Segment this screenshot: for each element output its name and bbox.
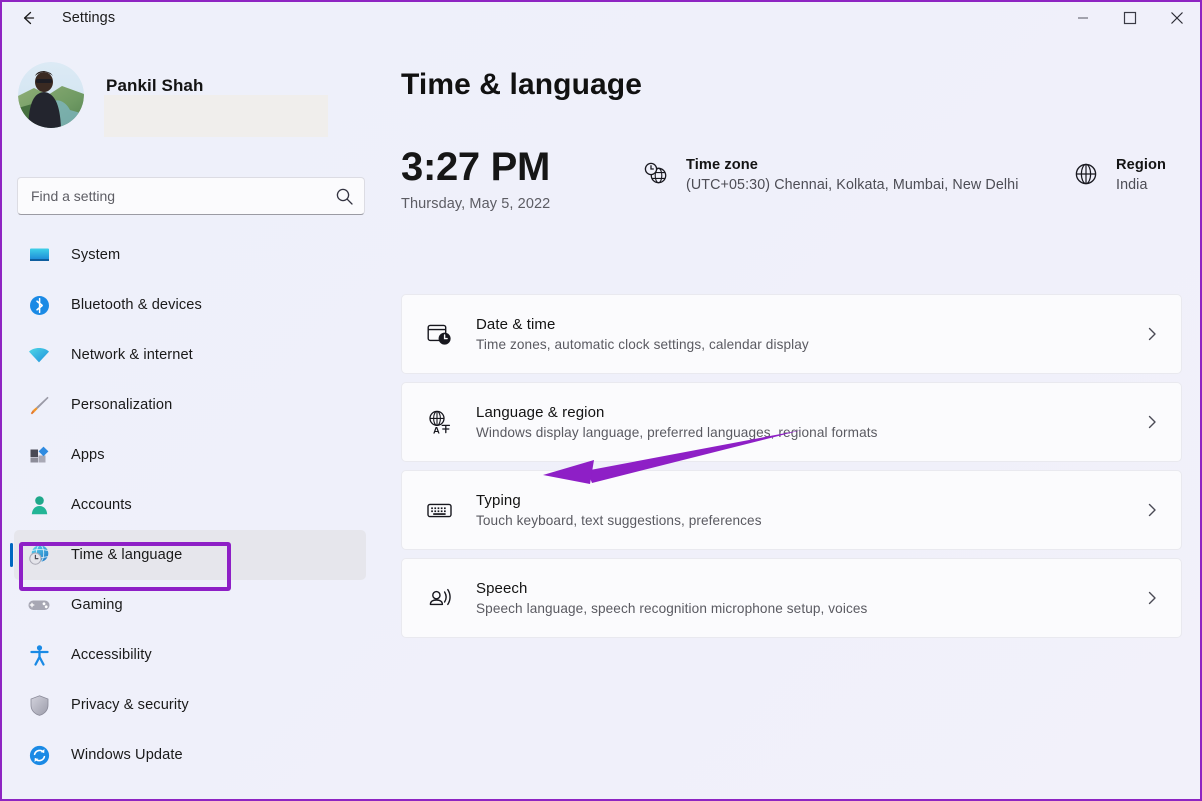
maximize-button[interactable]	[1106, 2, 1153, 34]
maximize-icon	[1123, 11, 1136, 25]
time-zone-value: (UTC+05:30) Chennai, Kolkata, Mumbai, Ne…	[686, 177, 1019, 193]
region-text: Region India	[1116, 157, 1166, 193]
card-subtitle: Time zones, automatic clock settings, ca…	[476, 337, 809, 352]
region-summary: Region India	[1071, 157, 1166, 193]
sidebar-item-label: Apps	[71, 447, 105, 463]
wifi-icon	[26, 342, 52, 368]
chevron-right-icon[interactable]	[1141, 414, 1163, 430]
time-summary: 3:27 PM Thursday, May 5, 2022 Time zone …	[401, 144, 1182, 230]
close-button[interactable]	[1153, 2, 1200, 34]
globe-icon	[1071, 157, 1101, 187]
title-bar: Settings	[2, 2, 1200, 34]
minimize-button[interactable]	[1059, 2, 1106, 34]
card-title: Typing	[476, 492, 521, 509]
back-button[interactable]	[6, 3, 50, 33]
sidebar: Pankil Shah Find a setting System Blueto…	[2, 34, 382, 799]
sidebar-item-personalization[interactable]: Personalization	[14, 380, 366, 430]
region-label: Region	[1116, 157, 1167, 173]
sidebar-nav: System Bluetooth & devices Network & int…	[2, 230, 382, 780]
settings-card-language-region[interactable]: A Language & region Windows display lang…	[401, 382, 1182, 462]
sidebar-item-label: Personalization	[71, 397, 173, 413]
card-title: Language & region	[476, 404, 605, 421]
account-section[interactable]: Pankil Shah	[18, 62, 348, 137]
sidebar-item-label: Accounts	[71, 497, 132, 513]
card-subtitle: Speech language, speech recognition micr…	[476, 601, 868, 616]
content-pane: Time & language 3:27 PM Thursday, May 5,…	[382, 34, 1200, 799]
update-icon	[26, 742, 52, 768]
sidebar-item-label: Time & language	[71, 547, 183, 563]
gamepad-icon	[26, 592, 52, 618]
sidebar-item-apps[interactable]: Apps	[14, 430, 366, 480]
current-date: Thursday, May 5, 2022	[401, 196, 551, 212]
shield-icon	[26, 692, 52, 718]
window-controls	[1059, 2, 1200, 34]
account-email-redacted	[104, 95, 328, 137]
time-zone-summary: Time zone (UTC+05:30) Chennai, Kolkata, …	[641, 157, 1018, 193]
search-box[interactable]	[17, 177, 365, 215]
page-title: Time & language	[401, 68, 643, 101]
apps-icon	[26, 442, 52, 468]
avatar	[18, 62, 84, 128]
sidebar-item-privacy-security[interactable]: Privacy & security	[14, 680, 366, 730]
avatar-photo	[18, 62, 84, 128]
settings-card-typing[interactable]: Typing Touch keyboard, text suggestions,…	[401, 470, 1182, 550]
paintbrush-icon	[26, 392, 52, 418]
sidebar-item-label: Gaming	[71, 597, 123, 613]
account-name: Pankil Shah	[106, 76, 204, 95]
accessibility-icon	[26, 642, 52, 668]
sidebar-item-time-language[interactable]: Time & language	[10, 530, 366, 580]
chevron-right-icon[interactable]	[1141, 590, 1163, 606]
card-subtitle: Touch keyboard, text suggestions, prefer…	[476, 513, 762, 528]
clock-globe-icon	[26, 542, 52, 568]
account-text: Pankil Shah	[104, 62, 328, 137]
card-text: Language & region Windows display langua…	[476, 404, 1141, 440]
svg-text:A: A	[433, 425, 440, 436]
card-subtitle: Windows display language, preferred lang…	[476, 425, 878, 440]
bluetooth-icon	[26, 292, 52, 318]
card-text: Date & time Time zones, automatic clock …	[476, 316, 1141, 352]
back-arrow-icon	[23, 11, 35, 25]
close-icon	[1170, 12, 1183, 24]
search-input[interactable]	[18, 188, 324, 204]
date-time-icon	[424, 321, 454, 348]
language-icon: A	[424, 409, 454, 436]
sidebar-item-system[interactable]: System	[14, 230, 366, 280]
sidebar-item-label: Accessibility	[71, 647, 152, 663]
settings-card-speech[interactable]: Speech Speech language, speech recogniti…	[401, 558, 1182, 638]
card-title: Date & time	[476, 316, 556, 333]
search-icon[interactable]	[324, 187, 364, 206]
sidebar-item-network-internet[interactable]: Network & internet	[14, 330, 366, 380]
sidebar-item-label: Windows Update	[71, 747, 183, 763]
minimize-icon	[1077, 17, 1088, 19]
settings-card-list: Date & time Time zones, automatic clock …	[401, 294, 1182, 646]
time-zone-label: Time zone	[686, 157, 758, 173]
settings-card-date-time[interactable]: Date & time Time zones, automatic clock …	[401, 294, 1182, 374]
sidebar-item-accounts[interactable]: Accounts	[14, 480, 366, 530]
time-zone-text: Time zone (UTC+05:30) Chennai, Kolkata, …	[686, 157, 1018, 193]
card-title: Speech	[476, 580, 528, 597]
window-title: Settings	[62, 10, 116, 26]
chevron-right-icon[interactable]	[1141, 502, 1163, 518]
sidebar-item-accessibility[interactable]: Accessibility	[14, 630, 366, 680]
sidebar-item-label: Privacy & security	[71, 697, 189, 713]
speech-icon	[424, 585, 454, 612]
sidebar-item-bluetooth-devices[interactable]: Bluetooth & devices	[14, 280, 366, 330]
card-text: Speech Speech language, speech recogniti…	[476, 580, 1141, 616]
chevron-right-icon[interactable]	[1141, 326, 1163, 342]
sidebar-item-label: Network & internet	[71, 347, 193, 363]
sidebar-item-windows-update[interactable]: Windows Update	[14, 730, 366, 780]
keyboard-icon	[424, 497, 454, 524]
sidebar-item-label: System	[71, 247, 121, 263]
region-value: India	[1116, 177, 1148, 193]
clock-globe-icon	[641, 157, 671, 187]
person-icon	[26, 492, 52, 518]
sidebar-item-gaming[interactable]: Gaming	[14, 580, 366, 630]
settings-window: Settings Pankil Shah Find a setting Syst…	[2, 2, 1200, 799]
monitor-icon	[26, 242, 52, 268]
sidebar-item-label: Bluetooth & devices	[71, 297, 202, 313]
card-text: Typing Touch keyboard, text suggestions,…	[476, 492, 1141, 528]
